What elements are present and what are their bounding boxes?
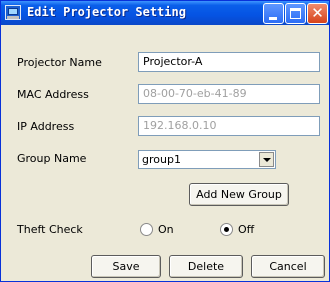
projector-name-label: Projector Name bbox=[17, 56, 102, 69]
theft-check-on-radio[interactable] bbox=[140, 223, 153, 236]
theft-check-label: Theft Check bbox=[17, 223, 83, 236]
edit-projector-dialog: Edit Projector Setting ✕ Projector Name … bbox=[0, 0, 330, 282]
cancel-button[interactable]: Cancel bbox=[251, 255, 325, 278]
radio-selected-dot bbox=[224, 227, 229, 232]
delete-button[interactable]: Delete bbox=[169, 255, 243, 278]
save-button[interactable]: Save bbox=[91, 255, 161, 278]
theft-check-off-radio[interactable] bbox=[220, 223, 233, 236]
projector-icon bbox=[5, 5, 21, 20]
add-new-group-button[interactable]: Add New Group bbox=[189, 183, 289, 206]
group-name-label: Group Name bbox=[17, 152, 87, 165]
theft-check-on-label: On bbox=[158, 223, 174, 236]
mac-address-label: MAC Address bbox=[17, 88, 89, 101]
ip-address-field: 192.168.0.10 bbox=[138, 116, 320, 136]
chevron-down-icon bbox=[263, 158, 271, 162]
ip-address-label: IP Address bbox=[17, 120, 75, 133]
maximize-button[interactable] bbox=[285, 3, 306, 24]
maximize-icon bbox=[290, 8, 301, 19]
theft-check-off-label: Off bbox=[238, 223, 255, 236]
projector-name-field[interactable]: Projector-A bbox=[138, 52, 320, 72]
close-icon: ✕ bbox=[311, 4, 324, 22]
group-name-select[interactable]: group1 bbox=[138, 150, 276, 169]
title-bar[interactable]: Edit Projector Setting ✕ bbox=[1, 1, 329, 25]
close-button[interactable]: ✕ bbox=[307, 3, 328, 24]
window-title: Edit Projector Setting bbox=[27, 5, 186, 19]
minimize-icon bbox=[269, 17, 277, 20]
dropdown-arrow-button[interactable] bbox=[259, 152, 274, 167]
minimize-button[interactable] bbox=[263, 3, 284, 24]
mac-address-field: 08-00-70-eb-41-89 bbox=[138, 84, 320, 104]
group-name-value: group1 bbox=[142, 153, 181, 166]
